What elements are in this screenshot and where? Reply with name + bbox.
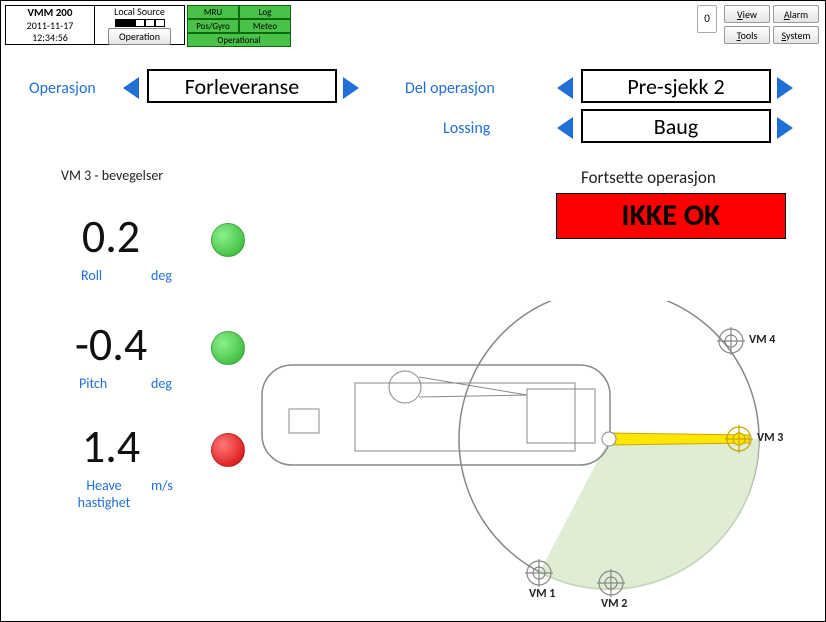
continue-label: Fortsette operasjon xyxy=(581,167,716,188)
app-title: VMM 200 xyxy=(28,6,73,19)
app-date: 2011-11-17 xyxy=(27,20,74,32)
lossing-prev-arrow[interactable] xyxy=(557,117,573,139)
movements-title: VM 3 - bevegelser xyxy=(61,167,163,184)
operation-button[interactable]: Operation xyxy=(108,28,171,45)
app-info-box: VMM 200 2011-11-17 12:34:56 xyxy=(5,5,95,45)
pitch-label: Pitch xyxy=(79,375,107,392)
vm-node-label: VM 1 xyxy=(529,587,555,601)
heave-label: Heave hastighet xyxy=(69,477,139,511)
status-operational[interactable]: Operational xyxy=(187,33,291,47)
top-right-buttons: View Alarm Tools System xyxy=(724,5,819,44)
pitch-unit: deg xyxy=(151,375,172,392)
pitch-status-led xyxy=(211,331,245,365)
status-log[interactable]: Log xyxy=(239,5,291,19)
continue-status-box: IKKE OK xyxy=(556,193,786,239)
view-button[interactable]: View xyxy=(724,5,770,23)
operation-value-box[interactable]: Forleveranse xyxy=(147,69,337,103)
roll-unit: deg xyxy=(151,267,172,284)
source-signal-bars xyxy=(115,19,165,27)
sub-operation-label: Del operasjon xyxy=(405,79,495,98)
heave-unit: m/s xyxy=(151,477,173,494)
source-label: Local Source xyxy=(114,5,165,18)
roll-label: Roll xyxy=(81,267,102,284)
sub-operation-value-box[interactable]: Pre-sjekk 2 xyxy=(581,69,771,103)
heave-status-led xyxy=(211,433,245,467)
alarm-count: 0 xyxy=(697,5,717,33)
roll-value: 0.2 xyxy=(51,209,171,265)
lossing-label: Lossing xyxy=(443,119,490,138)
pitch-row: -0.4 Pitch deg xyxy=(51,317,241,373)
vm-node-label: VM 4 xyxy=(749,333,775,347)
operation-next-arrow[interactable] xyxy=(343,77,359,99)
vm-node-label: VM 3 xyxy=(757,431,783,445)
lossing-next-arrow[interactable] xyxy=(777,117,793,139)
sub-operation-next-arrow[interactable] xyxy=(777,77,793,99)
status-posgyro[interactable]: Pos/Gyro xyxy=(187,19,239,33)
heave-row: 1.4 Heave hastighet m/s xyxy=(51,419,241,475)
pitch-value: -0.4 xyxy=(51,317,171,373)
status-meteo[interactable]: Meteo xyxy=(239,19,291,33)
roll-row: 0.2 Roll deg xyxy=(51,209,241,265)
roll-status-led xyxy=(211,223,245,257)
alarm-button[interactable]: Alarm xyxy=(773,5,819,23)
operation-label: Operasjon xyxy=(29,79,96,98)
lossing-value-box[interactable]: Baug xyxy=(581,109,771,143)
vm-node-label: VM 2 xyxy=(601,597,627,611)
source-box: Local Source Operation xyxy=(95,5,185,45)
status-grid: MRU Log Pos/Gyro Meteo Operational xyxy=(187,5,291,45)
system-button[interactable]: System xyxy=(773,26,819,44)
app-time: 12:34:56 xyxy=(32,32,68,44)
heave-value: 1.4 xyxy=(51,419,171,475)
status-mru[interactable]: MRU xyxy=(187,5,239,19)
tools-button[interactable]: Tools xyxy=(724,26,770,44)
sub-operation-prev-arrow[interactable] xyxy=(557,77,573,99)
operation-prev-arrow[interactable] xyxy=(123,77,139,99)
vessel-diagram: VM 1VM 2VM 3VM 4 xyxy=(259,301,799,601)
